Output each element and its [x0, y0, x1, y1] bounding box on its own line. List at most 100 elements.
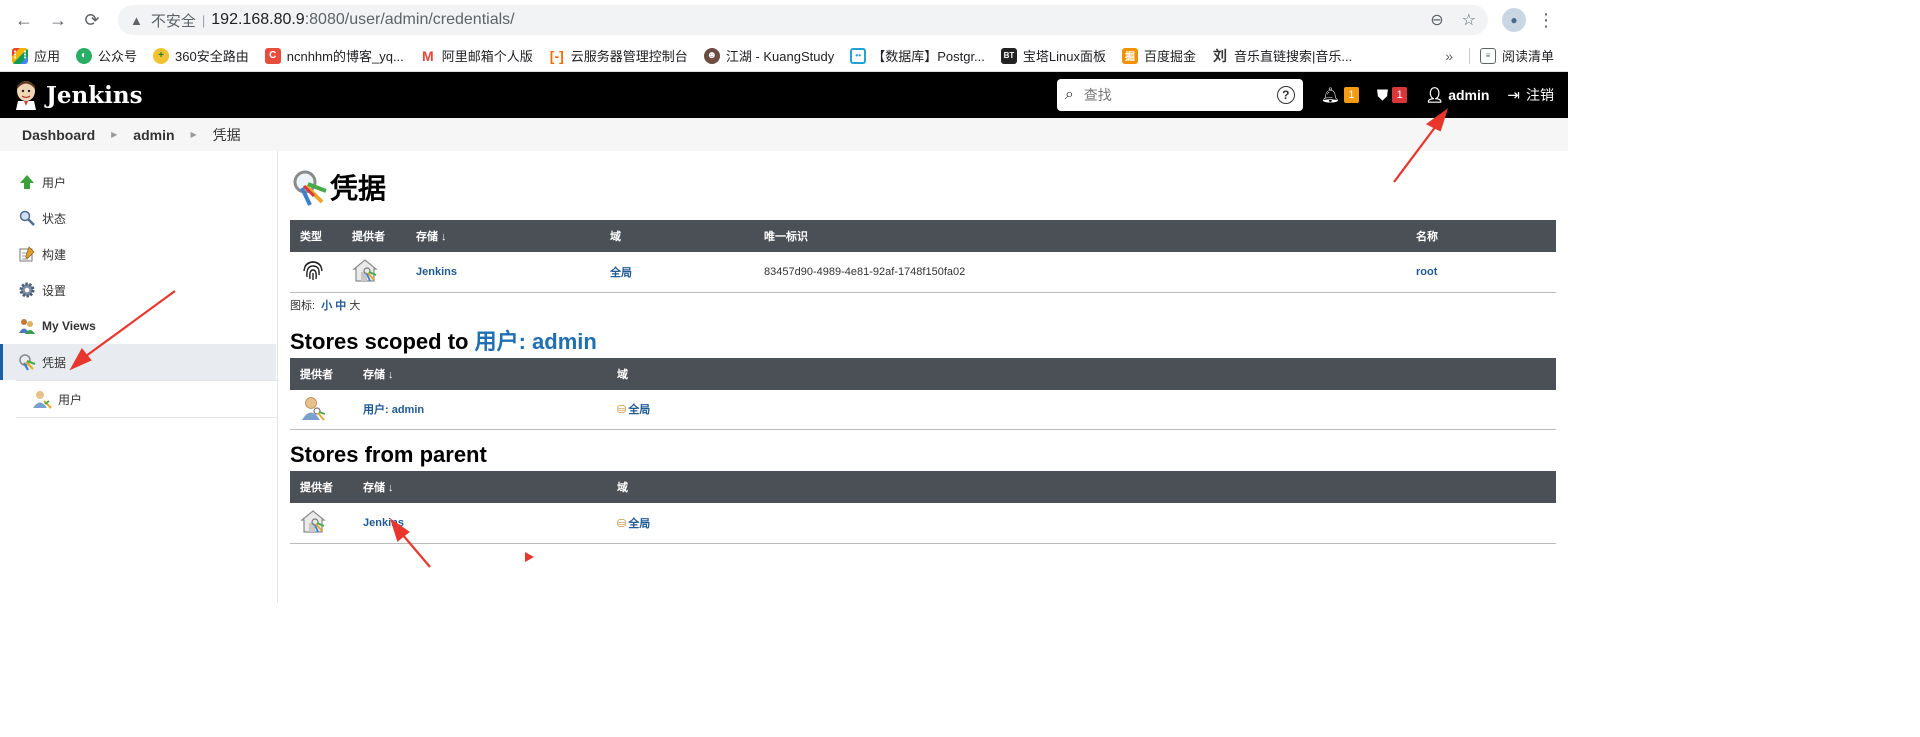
- credential-name-link[interactable]: root: [1416, 266, 1437, 278]
- domain-link-global[interactable]: ⛁ 全局: [617, 518, 650, 530]
- fingerprint-icon: [303, 261, 323, 281]
- search-input[interactable]: [1083, 87, 1277, 103]
- forward-arrow-icon[interactable]: →: [44, 6, 72, 34]
- bookmark-item[interactable]: ☻ 江湖 - KuangStudy: [703, 46, 834, 65]
- sidebar-item-my-views[interactable]: My Views: [0, 308, 276, 344]
- sidebar-item-status[interactable]: 状态: [0, 200, 276, 236]
- breadcrumb-dashboard[interactable]: Dashboard: [22, 127, 95, 143]
- user-stores-table: 提供者 存储 ↓ 域 用户: admin ⛁ 全局: [290, 357, 1556, 430]
- help-icon[interactable]: ?: [1276, 86, 1295, 104]
- icon-size-large: 大: [349, 299, 361, 312]
- insecure-label: 不安全: [150, 12, 196, 30]
- bookmark-item[interactable]: 刘音乐直链搜索|音乐...: [1212, 46, 1352, 65]
- more-bookmarks-icon[interactable]: »: [1445, 48, 1453, 64]
- credentials-table: 类型 提供者 存储 ↓ 域 唯一标识 名称 Jenkins 全局 83457d9…: [290, 220, 1556, 293]
- main-panel: 凭据 类型 提供者 存储 ↓ 域 唯一标识 名称 Jenkins 全局 8345…: [278, 151, 1568, 603]
- star-bookmark-icon[interactable]: ☆: [1462, 10, 1476, 30]
- url-path: :8080/user/admin/credentials/: [304, 11, 515, 28]
- domain-icon: ⛁: [617, 517, 627, 530]
- reload-icon[interactable]: ⟳: [78, 6, 106, 34]
- bookmark-item[interactable]: ◐ 公众号: [76, 46, 137, 65]
- column-header-sortable[interactable]: 存储 ↓: [406, 220, 600, 252]
- table-row: 用户: admin ⛁ 全局: [290, 389, 1556, 430]
- user-scope-link[interactable]: 用户: admin: [475, 329, 597, 354]
- logout-button[interactable]: ⇥ 注销: [1507, 85, 1554, 105]
- bookmark-item[interactable]: BT 宝塔Linux面板: [1000, 46, 1106, 65]
- credentials-keys-icon: [18, 353, 36, 371]
- icon-size-small[interactable]: 小: [321, 300, 332, 312]
- house-keys-icon: [300, 510, 326, 533]
- column-header-sortable[interactable]: 存储 ↓: [353, 471, 607, 503]
- notifications-badge: 1: [1343, 87, 1359, 103]
- page-title: 凭据: [290, 167, 1556, 207]
- notifications-button[interactable]: 🔔︎ 1: [1321, 86, 1359, 104]
- icon-size-medium[interactable]: 中: [335, 300, 346, 312]
- credential-id: 83457d90-4989-4e81-92af-1748f150fa02: [754, 252, 1406, 293]
- warning-triangle-icon: ▲: [130, 12, 143, 28]
- profile-avatar-icon[interactable]: ●: [1502, 8, 1526, 32]
- back-arrow-icon[interactable]: ←: [10, 6, 38, 34]
- sidebar-item-settings[interactable]: 设置: [0, 272, 276, 308]
- people-icon: [18, 317, 36, 335]
- magnifier-icon: [18, 209, 36, 227]
- user-menu[interactable]: 👤︎ admin: [1425, 86, 1489, 104]
- store-link-jenkins[interactable]: Jenkins: [416, 266, 457, 278]
- domain-link-global[interactable]: 全局: [610, 267, 632, 279]
- zoom-icon[interactable]: ⊖: [1430, 10, 1443, 30]
- logout-label: 注销: [1526, 87, 1554, 103]
- table-header-row: 类型 提供者 存储 ↓ 域 唯一标识 名称: [290, 220, 1556, 252]
- person-icon: 👤︎: [1425, 87, 1445, 104]
- jenkins-logo[interactable]: Jenkins: [14, 80, 143, 110]
- provider-cell: [342, 252, 406, 293]
- breadcrumb-credentials[interactable]: 凭据: [213, 125, 241, 145]
- address-bar[interactable]: ▲ 不安全 | 192.168.80.9:8080/user/admin/cre…: [118, 5, 1488, 35]
- table-header-row: 提供者 存储 ↓ 域: [290, 357, 1556, 390]
- icon-size-label: 图标:: [290, 299, 316, 312]
- browser-toolbar: ← → ⟳ ▲ 不安全 | 192.168.80.9:8080/user/adm…: [0, 0, 1568, 40]
- wechat-icon: ◐: [76, 47, 93, 64]
- store-link-user-admin[interactable]: 用户: admin: [363, 404, 424, 416]
- url-host: 192.168.80.9: [211, 11, 305, 28]
- jenkins-brand: Jenkins: [46, 81, 143, 109]
- column-header: 提供者: [290, 357, 353, 390]
- domain-link-global[interactable]: ⛁ 全局: [617, 404, 650, 416]
- store-link-jenkins[interactable]: Jenkins: [363, 517, 404, 529]
- column-header-sortable[interactable]: 存储 ↓: [353, 357, 607, 390]
- aliyun-icon: [-]: [549, 47, 564, 64]
- bookmark-item[interactable]: M 阿里邮箱个人版: [420, 46, 533, 65]
- bookmark-item[interactable]: Cncnhhm的博客_yq...: [264, 46, 404, 65]
- sidebar-item-builds[interactable]: 构建: [0, 236, 276, 272]
- sidebar-subitem-user[interactable]: 用户: [16, 380, 277, 418]
- security-warnings-button[interactable]: ⛊ 1: [1376, 86, 1408, 104]
- credentials-keys-icon: [293, 170, 327, 206]
- bookmark-item[interactable]: +360安全路由: [153, 46, 249, 65]
- reading-list-icon: ≡: [1479, 47, 1496, 64]
- bookmark-item[interactable]: •• 【数据库】Postgr...: [850, 46, 985, 65]
- reading-list[interactable]: ≡ 阅读清单: [1479, 46, 1554, 65]
- jenkins-butler-icon: [16, 81, 36, 110]
- sidebar-item-credentials[interactable]: 凭据: [0, 344, 276, 380]
- bookmark-item[interactable]: ⋮⋮ 应用: [10, 46, 60, 65]
- shield-alert-icon: ⛊: [1376, 86, 1389, 104]
- router-360-icon: +: [153, 47, 170, 64]
- user-keys-icon: [302, 396, 326, 421]
- security-badge: 1: [1392, 87, 1408, 103]
- csdn-c-icon: C: [264, 47, 281, 64]
- bookmark-item[interactable]: 掘百度掘金: [1122, 46, 1196, 65]
- column-header: 提供者: [342, 220, 406, 252]
- breadcrumb-admin[interactable]: admin: [133, 127, 174, 143]
- jenkins-header: Jenkins ⌕ ? 🔔︎ 1 ⛊ 1 👤︎ admin ⇥ 注销: [0, 72, 1568, 118]
- bt-icon: BT: [1000, 47, 1017, 64]
- column-header: 提供者: [290, 471, 353, 503]
- page-content: 用户 状态 构建 设置 My Views 凭据 用户 凭据 类型 提供者 存储 …: [0, 151, 1568, 603]
- breadcrumb-chevron-icon[interactable]: ▶: [191, 130, 197, 139]
- breadcrumb-chevron-icon[interactable]: ▶: [111, 130, 117, 139]
- browser-menu-icon[interactable]: ⋮: [1534, 10, 1558, 31]
- sidebar-item-user[interactable]: 用户: [0, 164, 276, 200]
- up-arrow-icon: [18, 173, 36, 191]
- column-header: 域: [600, 220, 754, 252]
- user-credentials-icon: [32, 389, 52, 409]
- domain-icon: ⛁: [617, 404, 627, 417]
- table-row: Jenkins 全局 83457d90-4989-4e81-92af-1748f…: [290, 252, 1556, 293]
- bookmark-item[interactable]: [-] 云服务器管理控制台: [549, 46, 688, 65]
